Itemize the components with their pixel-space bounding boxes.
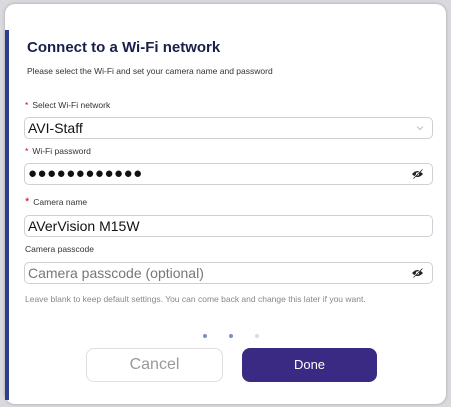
dialog-title: Connect to a Wi-Fi network	[27, 39, 221, 56]
wifi-password-label: * Wi-Fi password	[25, 146, 91, 156]
dialog-accent-bar	[5, 30, 9, 400]
step-dot-3	[255, 334, 259, 338]
wifi-password-label-text: Wi-Fi password	[32, 146, 91, 156]
eye-off-icon[interactable]	[411, 169, 424, 179]
done-button[interactable]: Done	[242, 348, 377, 382]
wifi-network-label: * Select Wi-Fi network	[25, 100, 110, 110]
camera-name-label: * Camera name	[25, 196, 87, 208]
camera-name-field[interactable]: AVerVision M15W	[24, 215, 433, 237]
camera-passcode-label: Camera passcode	[25, 244, 94, 254]
chevron-down-icon[interactable]	[414, 122, 426, 134]
wifi-network-value: AVI-Staff	[28, 120, 83, 136]
wifi-password-field[interactable]: ●●●●●●●●●●●●	[24, 163, 433, 185]
required-mark: *	[25, 146, 29, 156]
eye-off-icon[interactable]	[411, 268, 424, 278]
wifi-network-label-text: Select Wi-Fi network	[32, 100, 111, 110]
required-mark: *	[25, 100, 29, 110]
camera-name-value: AVerVision M15W	[28, 218, 140, 234]
wifi-setup-dialog: Connect to a Wi-Fi network Please select…	[5, 4, 446, 404]
passcode-hint: Leave blank to keep default settings. Yo…	[25, 294, 366, 304]
camera-passcode-input[interactable]	[25, 263, 405, 283]
wifi-password-value: ●●●●●●●●●●●●	[28, 165, 143, 182]
camera-name-label-text: Camera name	[33, 197, 88, 207]
wifi-network-select[interactable]: AVI-Staff	[24, 117, 433, 139]
cancel-button[interactable]: Cancel	[86, 348, 223, 382]
step-indicator	[5, 334, 446, 340]
required-mark: *	[25, 196, 30, 208]
dialog-subtitle: Please select the Wi-Fi and set your cam…	[27, 66, 273, 76]
step-dot-1	[203, 334, 207, 338]
step-dot-2	[229, 334, 233, 338]
camera-passcode-field[interactable]	[24, 262, 433, 284]
